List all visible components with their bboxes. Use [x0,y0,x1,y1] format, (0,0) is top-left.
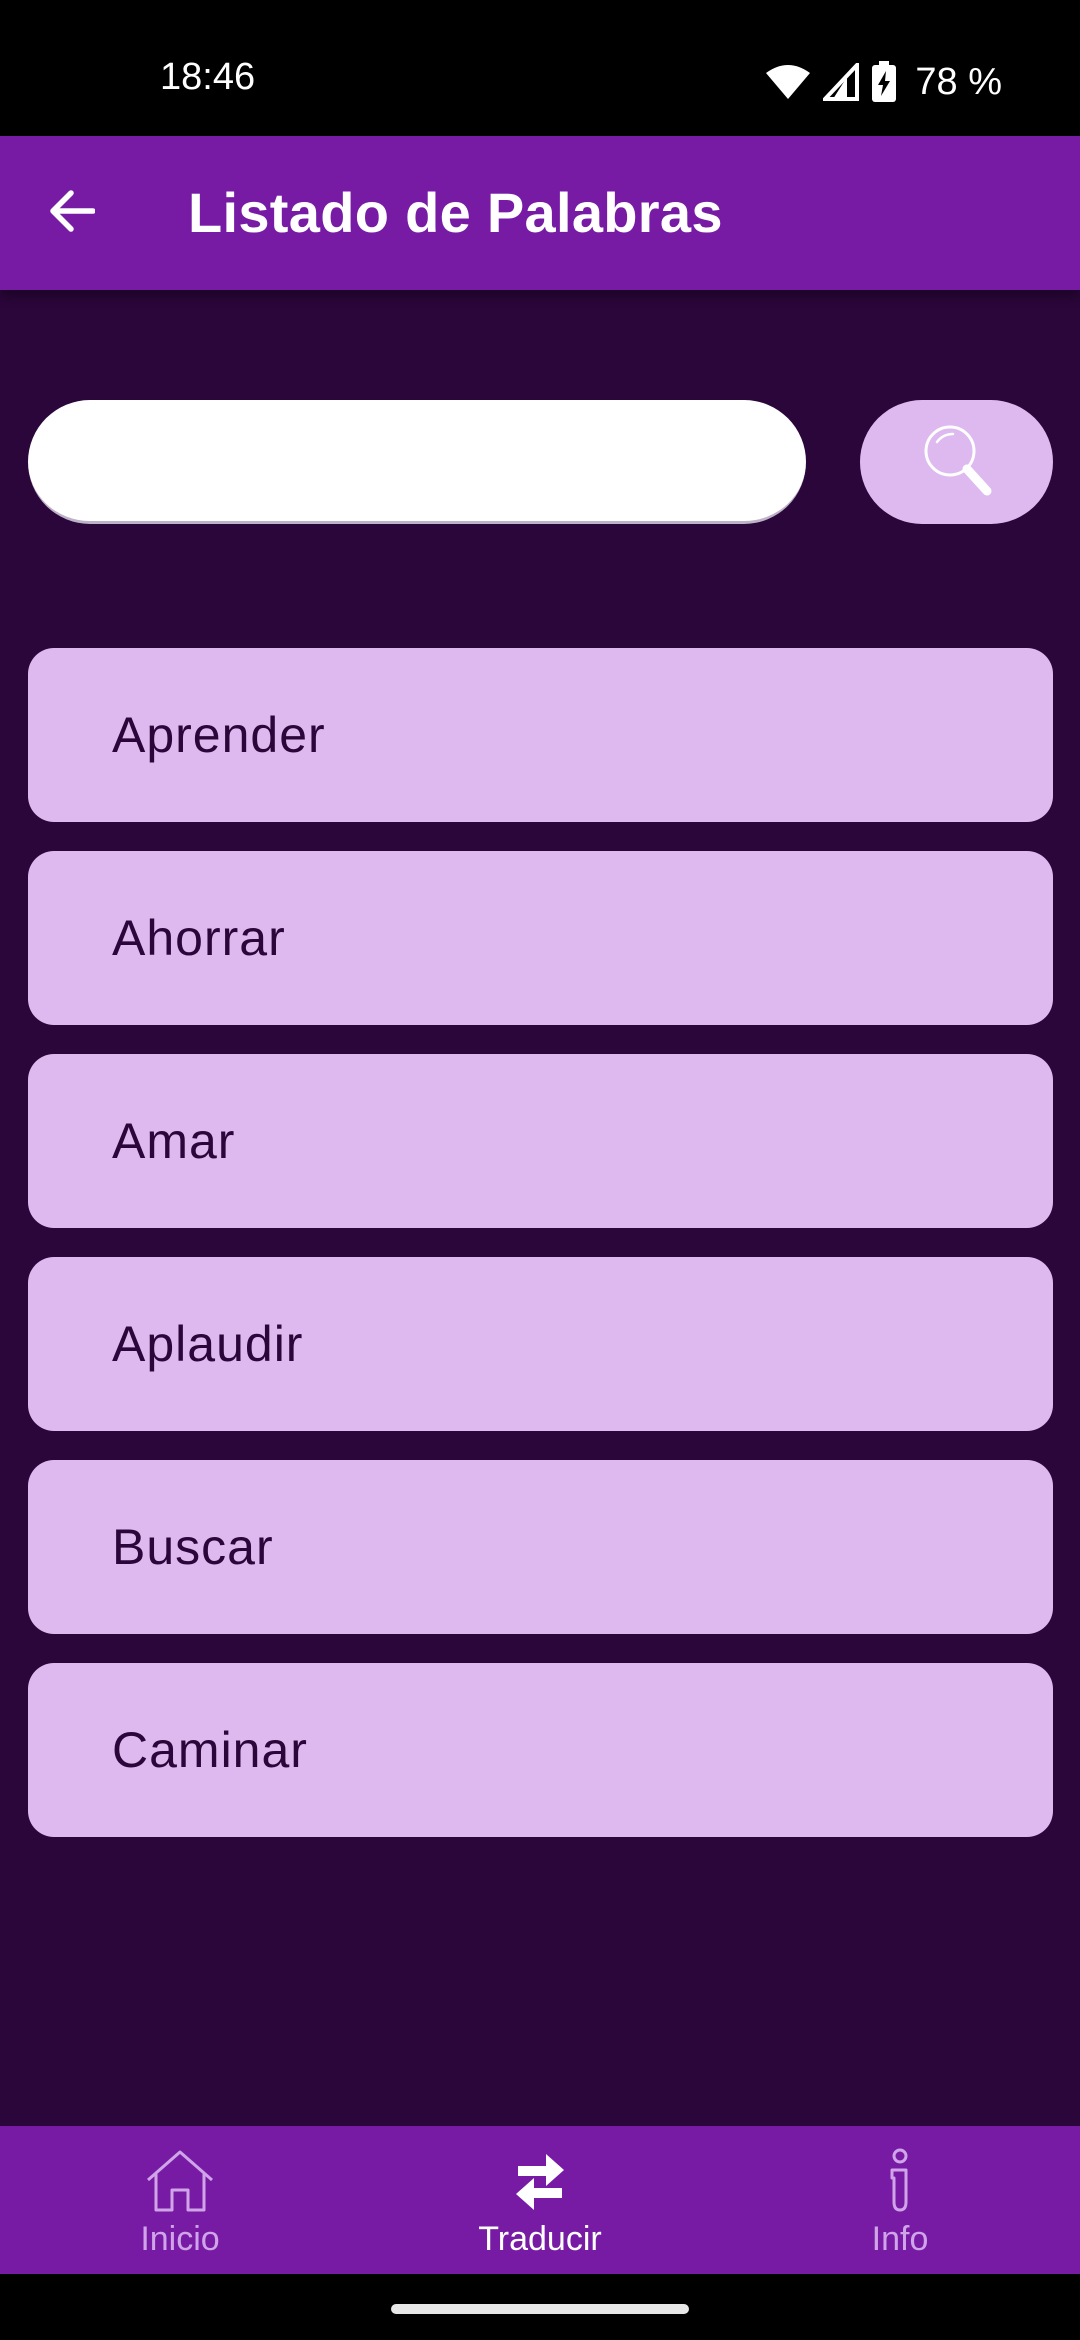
battery-percent: 78 % [915,60,1002,103]
home-icon [144,2146,216,2216]
bottom-navigation: Inicio Traducir Info [0,2126,1080,2274]
word-label: Ahorrar [112,910,286,966]
nav-item-inicio[interactable]: Inicio [0,2126,360,2274]
word-item-buscar[interactable]: Buscar [28,1460,1053,1634]
nav-label-inicio: Inicio [140,2219,220,2258]
nav-label-traducir: Traducir [478,2219,602,2258]
word-item-amar[interactable]: Amar [28,1054,1053,1228]
swap-arrows-icon [512,2146,568,2216]
word-label: Aprender [112,707,326,763]
word-label: Aplaudir [112,1316,304,1372]
signal-icon [823,63,860,101]
word-label: Buscar [112,1519,274,1575]
back-button[interactable] [36,176,106,250]
magnifier-icon [917,420,997,505]
nav-item-info[interactable]: Info [720,2126,1080,2274]
word-item-ahorrar[interactable]: Ahorrar [28,851,1053,1025]
word-item-aplaudir[interactable]: Aplaudir [28,1257,1053,1431]
word-label: Caminar [112,1722,308,1778]
status-icons: 78 % [765,56,1002,108]
app-bar: Listado de Palabras [0,136,1080,290]
word-item-aprender[interactable]: Aprender [28,648,1053,822]
status-bar: 18:46 78 % [0,0,1080,136]
word-list: Aprender Ahorrar Amar Aplaudir Buscar Ca… [28,648,1053,1866]
word-label: Amar [112,1113,236,1169]
app-screen: 18:46 78 % Listado de Palabras Aprender … [0,0,1080,2340]
status-time: 18:46 [160,56,256,98]
home-gesture-handle[interactable] [391,2304,689,2314]
nav-label-info: Info [871,2219,929,2258]
search-button[interactable] [860,400,1053,524]
page-title: Listado de Palabras [188,181,723,244]
nav-item-traducir[interactable]: Traducir [360,2126,720,2274]
arrow-left-icon [47,189,96,238]
search-input[interactable] [28,400,806,524]
wifi-icon [765,63,811,101]
battery-charging-icon [871,61,897,103]
gesture-bar [0,2274,1080,2340]
info-icon [882,2146,918,2216]
word-item-caminar[interactable]: Caminar [28,1663,1053,1837]
